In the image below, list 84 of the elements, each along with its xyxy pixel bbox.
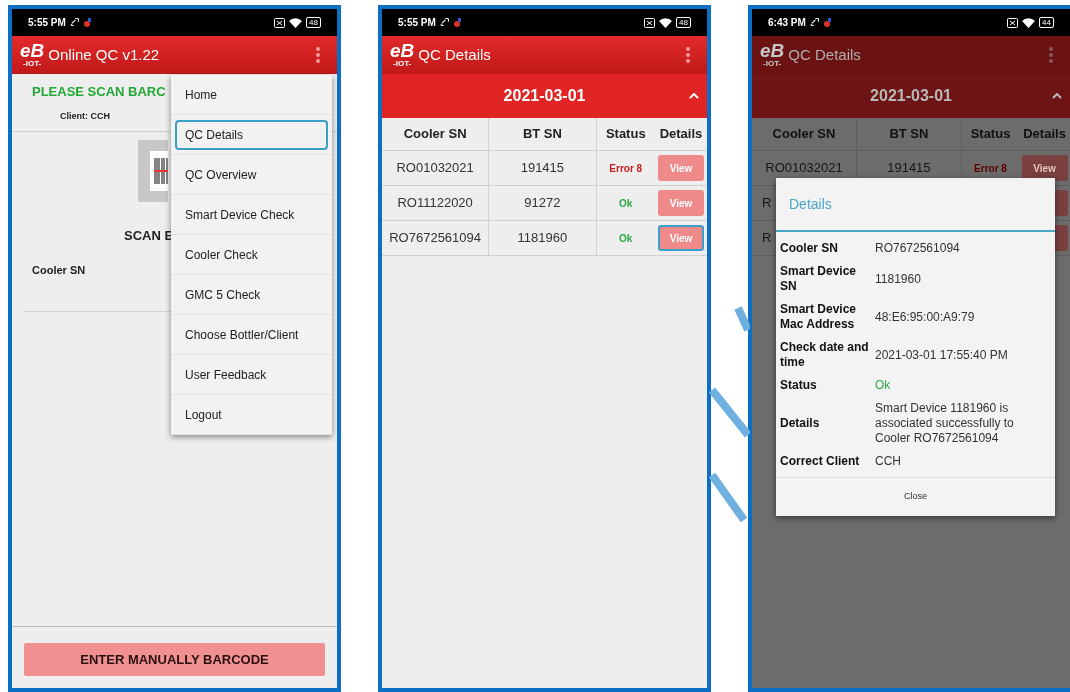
- overflow-menu-icon[interactable]: [1048, 46, 1054, 64]
- column-header: Status: [604, 125, 647, 144]
- status-time: 6:43 PM: [768, 16, 806, 30]
- column-header: Cooler SN: [752, 118, 857, 150]
- logo-text: eB: [390, 42, 415, 59]
- app-title: QC Details: [418, 44, 491, 65]
- link-icon: [439, 18, 449, 27]
- column-header: Cooler SN: [382, 118, 490, 150]
- scan-prompt: PLEASE SCAN BARC: [32, 83, 166, 101]
- status-cell-text: Error 8: [608, 161, 644, 176]
- app-title: Online QC v1.22: [48, 44, 160, 65]
- app-notification-icon: [822, 17, 832, 28]
- date-text: 2021-03-01: [503, 86, 586, 106]
- menu-item[interactable]: Home: [175, 79, 328, 110]
- wifi-icon: [1022, 17, 1036, 28]
- column-header: Details: [658, 125, 704, 144]
- app-notification-icon: [452, 17, 462, 28]
- field-value: 1181960: [875, 271, 921, 287]
- field-value: 48:E6:95:00:A9:79: [875, 309, 975, 325]
- status-cell-text: Ok: [618, 196, 634, 211]
- battery-indicator: 48: [676, 17, 691, 28]
- table-cell: RO01032021: [382, 151, 490, 185]
- status-time: 5:55 PM: [398, 16, 436, 30]
- menu-item[interactable]: GMC 5 Check: [175, 279, 328, 310]
- field-value: Ok: [875, 378, 891, 393]
- field-label: Cooler SN: [32, 262, 86, 278]
- logo-text: eB: [760, 42, 785, 59]
- menu-item[interactable]: QC Overview: [175, 159, 328, 190]
- column-header: Details: [1022, 125, 1067, 144]
- status-cell-text: Error 8: [973, 161, 1008, 176]
- menu-item[interactable]: Smart Device Check: [175, 199, 328, 230]
- chevron-up-icon[interactable]: [1052, 93, 1062, 99]
- app-title: QC Details: [788, 44, 861, 65]
- status-cell-text: Ok: [618, 231, 634, 246]
- status-time: 5:55 PM: [28, 16, 66, 30]
- date-header[interactable]: 2021-03-01: [752, 74, 1070, 118]
- menu-item[interactable]: Choose Bottler/Client: [175, 319, 328, 350]
- column-header: Status: [969, 125, 1012, 144]
- field-label: Details: [780, 416, 821, 431]
- menu-item[interactable]: Cooler Check: [175, 239, 328, 270]
- date-text: 2021-03-01: [870, 86, 952, 106]
- table-cell: 191415: [489, 151, 597, 185]
- app-notification-icon: [82, 17, 92, 28]
- table-cell: RO7672561094: [382, 221, 490, 255]
- field-value: RO7672561094: [875, 241, 960, 256]
- field-label: Check date and time: [780, 340, 870, 370]
- sim-icon: [644, 17, 656, 28]
- battery-indicator: 48: [306, 17, 321, 28]
- wifi-icon: [659, 17, 673, 28]
- table-cell: 1181960: [489, 221, 597, 255]
- link-icon: [69, 18, 79, 27]
- date-header[interactable]: 2021-03-01: [382, 74, 707, 118]
- barcode-icon: [154, 158, 168, 184]
- enter-barcode-button[interactable]: ENTER MANUALLY BARCODE: [24, 643, 325, 676]
- field-label: Smart Device SN: [780, 264, 858, 294]
- close-button[interactable]: Close: [776, 478, 1055, 516]
- logo-text: eB: [20, 42, 45, 59]
- menu-item[interactable]: QC Details: [175, 119, 328, 150]
- table-cell: 91272: [489, 186, 597, 220]
- battery-indicator: 44: [1039, 17, 1054, 28]
- dialog-title: Details: [776, 178, 1055, 232]
- logo-subtext: -IOT-: [23, 58, 42, 68]
- table-cell: RO11122020: [382, 186, 490, 220]
- logo-subtext: -IOT-: [763, 58, 782, 68]
- logo-subtext: -IOT-: [393, 58, 412, 68]
- field-value: CCH: [875, 454, 901, 469]
- sim-icon: [1007, 17, 1019, 28]
- link-icon: [809, 18, 819, 27]
- field-value: Smart Device 1181960 is associated successfully to Cooler RO7672561094: [875, 401, 1015, 446]
- column-header: BT SN: [489, 118, 597, 150]
- column-header: BT SN: [856, 118, 962, 150]
- menu-item[interactable]: User Feedback: [175, 359, 328, 390]
- field-label: Correct Client: [780, 454, 861, 469]
- field-label: Cooler SN: [780, 241, 839, 256]
- field-label: Smart Device Mac Address: [780, 302, 858, 332]
- overflow-menu-icon[interactable]: [685, 46, 691, 64]
- client-label: Client: CCH: [60, 109, 110, 123]
- field-label: Status: [780, 378, 818, 393]
- overflow-menu-icon[interactable]: [315, 46, 321, 64]
- sim-icon: [274, 17, 286, 28]
- wifi-icon: [289, 17, 303, 28]
- menu-item[interactable]: Logout: [175, 399, 328, 430]
- view-button[interactable]: View: [1021, 155, 1068, 181]
- field-value: 2021-03-01 17:55:40 PM: [875, 347, 1008, 363]
